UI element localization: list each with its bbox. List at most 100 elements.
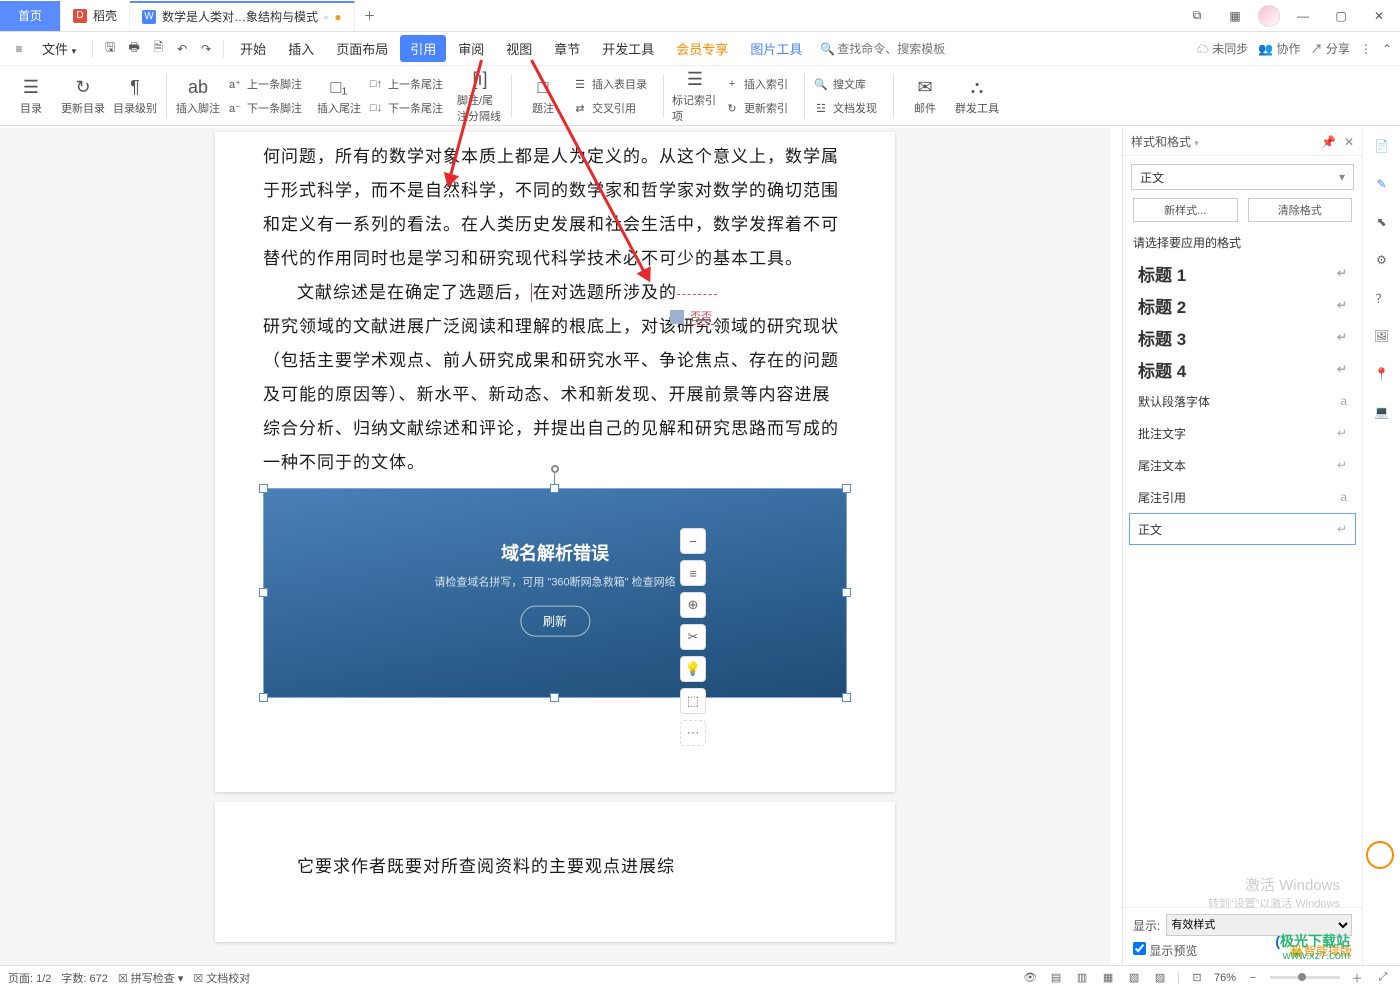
- new-style-button[interactable]: 新样式...: [1133, 198, 1238, 222]
- style-item-comment[interactable]: 批注文字↵: [1129, 417, 1356, 449]
- preview-icon[interactable]: 🗎: [147, 38, 169, 60]
- menu-image-tools[interactable]: 图片工具: [740, 35, 812, 62]
- fullscreen-icon[interactable]: ⤢: [1374, 969, 1392, 987]
- mass-send-button[interactable]: ⛬群发工具: [954, 70, 1000, 122]
- tab-dropdown-icon[interactable]: ▫: [324, 10, 328, 24]
- resize-handle[interactable]: [550, 484, 559, 493]
- window-maximize-icon[interactable]: ▢: [1326, 2, 1356, 30]
- dock-style-icon[interactable]: ✎: [1370, 172, 1394, 196]
- dock-device-icon[interactable]: 💻: [1370, 400, 1394, 424]
- layout-mode-1-icon[interactable]: ⧉: [1182, 2, 1212, 30]
- resize-handle[interactable]: [550, 693, 559, 702]
- menu-devtools[interactable]: 开发工具: [592, 35, 664, 62]
- status-page[interactable]: 页面: 1/2: [8, 970, 51, 986]
- dock-template-icon[interactable]: 📄: [1370, 134, 1394, 158]
- menu-references[interactable]: 引用: [400, 35, 446, 62]
- unsync-button[interactable]: ☁ 未同步: [1197, 40, 1248, 57]
- zoom-out-icon[interactable]: −: [680, 528, 706, 554]
- menu-insert[interactable]: 插入: [278, 35, 324, 62]
- mail-button[interactable]: ✉邮件: [902, 70, 948, 122]
- preview-checkbox[interactable]: 显示预览: [1133, 942, 1197, 959]
- refresh-button[interactable]: 刷新: [520, 606, 590, 637]
- dock-help-icon[interactable]: ？: [1370, 286, 1394, 310]
- print-icon[interactable]: 🖶: [123, 38, 145, 60]
- zoom-fit-icon[interactable]: ⊡: [1188, 969, 1206, 987]
- insert-endnote-button[interactable]: □₁插入尾注: [316, 70, 362, 122]
- view-web-icon[interactable]: ▥: [1073, 969, 1091, 987]
- layout-mode-2-icon[interactable]: ▦: [1220, 2, 1250, 30]
- command-search-input[interactable]: [837, 37, 1007, 61]
- reset-icon[interactable]: ⬚: [680, 688, 706, 714]
- resize-handle[interactable]: [842, 484, 851, 493]
- view-print-icon[interactable]: ▧: [1125, 969, 1143, 987]
- style-item-endnote-ref[interactable]: 尾注引用a: [1129, 481, 1356, 513]
- status-spellcheck[interactable]: ☒ 拼写检查 ▾: [118, 970, 184, 986]
- layout-icon[interactable]: ≡: [680, 560, 706, 586]
- zoom-out-button[interactable]: −: [1244, 969, 1262, 987]
- toc-button[interactable]: ☰目录: [8, 70, 54, 122]
- style-item-h2[interactable]: 标题 2↵: [1129, 289, 1356, 321]
- menu-view[interactable]: 视图: [496, 35, 542, 62]
- new-tab-button[interactable]: ＋: [355, 1, 385, 31]
- insert-index-button[interactable]: +插入索引: [724, 74, 796, 94]
- ai-fab-icon[interactable]: [1366, 841, 1394, 869]
- clear-format-button[interactable]: 清除格式: [1248, 198, 1353, 222]
- redo-icon[interactable]: ↷: [195, 38, 217, 60]
- share-button[interactable]: ↗ 分享: [1311, 40, 1350, 57]
- window-close-icon[interactable]: ✕: [1364, 2, 1394, 30]
- more-icon[interactable]: ⋮: [1360, 42, 1372, 56]
- view-read-icon[interactable]: 👁: [1021, 969, 1039, 987]
- resize-handle[interactable]: [259, 693, 268, 702]
- tab-home[interactable]: 首页: [0, 1, 61, 31]
- doc-discovery-button[interactable]: ☳文档发现: [813, 98, 885, 118]
- insert-footnote-button[interactable]: ab插入脚注: [175, 70, 221, 122]
- view-outline-icon[interactable]: ▤: [1047, 969, 1065, 987]
- window-minimize-icon[interactable]: —: [1288, 2, 1318, 30]
- collapse-ribbon-icon[interactable]: ⌃: [1382, 42, 1392, 56]
- comment-marker[interactable]: 否否: [670, 308, 714, 325]
- pin-icon[interactable]: 📌: [1321, 135, 1336, 149]
- next-endnote-button[interactable]: □↓下一条尾注: [368, 98, 451, 118]
- close-panel-icon[interactable]: ✕: [1344, 135, 1354, 149]
- cross-reference-button[interactable]: ⇄交叉引用: [572, 98, 655, 118]
- dock-select-icon[interactable]: ⬉: [1370, 210, 1394, 234]
- resize-handle[interactable]: [259, 588, 268, 597]
- current-style-select[interactable]: 正文 ▾: [1131, 164, 1354, 190]
- selected-image[interactable]: 域名解析错误 请检查域名拼写，可用 "360断网急救箱" 检查网络 刷新: [263, 488, 847, 698]
- crop-icon[interactable]: ✂: [680, 624, 706, 650]
- idea-icon[interactable]: 💡: [680, 656, 706, 682]
- file-menu[interactable]: 文件 ▾: [32, 35, 86, 62]
- resize-handle[interactable]: [842, 588, 851, 597]
- status-proof[interactable]: ☒ 文档校对: [193, 970, 250, 986]
- menu-vip[interactable]: 会员专享: [666, 35, 738, 62]
- style-item-h4[interactable]: 标题 4↵: [1129, 353, 1356, 385]
- view-draft-icon[interactable]: ▨: [1151, 969, 1169, 987]
- dock-location-icon[interactable]: 📍: [1370, 362, 1394, 386]
- zoom-in-button[interactable]: ＋: [1348, 969, 1366, 987]
- zoom-icon[interactable]: ⊕: [680, 592, 706, 618]
- undo-icon[interactable]: ↶: [171, 38, 193, 60]
- next-footnote-button[interactable]: a⁻下一条脚注: [227, 98, 310, 118]
- dock-image-icon[interactable]: 🖼: [1370, 324, 1394, 348]
- tab-daoke[interactable]: D 稻壳: [61, 1, 130, 31]
- prev-endnote-button[interactable]: □↑上一条尾注: [368, 74, 451, 94]
- style-item-h1[interactable]: 标题 1↵: [1129, 257, 1356, 289]
- tab-document[interactable]: W 数学是人类对…象结构与模式 ▫ ●: [130, 1, 355, 31]
- status-words[interactable]: 字数: 672: [61, 970, 107, 986]
- view-page-icon[interactable]: ▦: [1099, 969, 1117, 987]
- style-item-default[interactable]: 默认段落字体a: [1129, 385, 1356, 417]
- menu-review[interactable]: 审阅: [448, 35, 494, 62]
- user-avatar[interactable]: [1258, 5, 1280, 27]
- save-icon[interactable]: 🖫: [99, 38, 121, 60]
- search-library-button[interactable]: 🔍搜文库: [813, 74, 885, 94]
- menu-chapter[interactable]: 章节: [544, 35, 590, 62]
- zoom-slider[interactable]: [1270, 976, 1340, 979]
- dock-settings-icon[interactable]: ⚙: [1370, 248, 1394, 272]
- menu-start[interactable]: 开始: [230, 35, 276, 62]
- more-tools-icon[interactable]: ⋯: [680, 720, 706, 746]
- footnote-separator-button[interactable]: [ı]脚注/尾注分隔线: [457, 70, 503, 122]
- resize-handle[interactable]: [842, 693, 851, 702]
- coop-button[interactable]: 👥 协作: [1258, 40, 1300, 57]
- prev-footnote-button[interactable]: a⁺上一条脚注: [227, 74, 310, 94]
- style-item-endnote-text[interactable]: 尾注文本↵: [1129, 449, 1356, 481]
